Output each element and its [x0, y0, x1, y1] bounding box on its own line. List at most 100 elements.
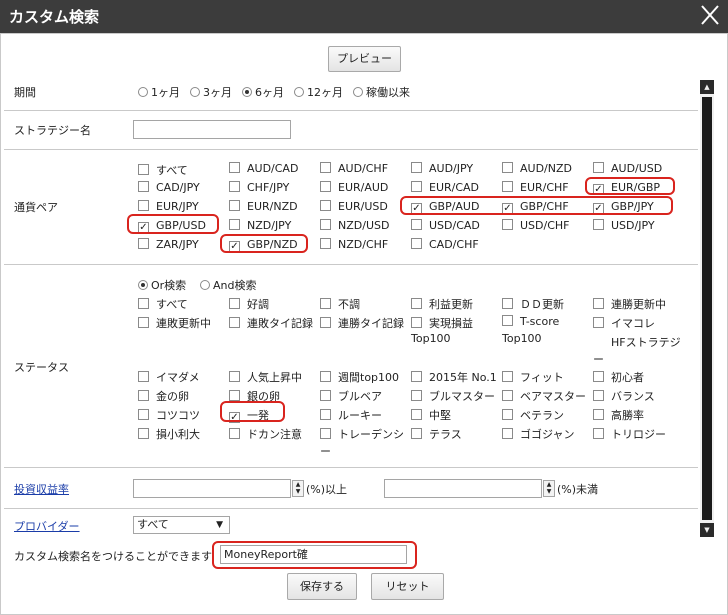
checkbox-icon[interactable]: [229, 200, 240, 211]
currency-checkbox[interactable]: NZD/JPY: [229, 219, 291, 232]
checkbox-icon[interactable]: [138, 181, 149, 192]
provider-select[interactable]: すべて ▼: [133, 516, 230, 534]
checkbox-icon[interactable]: [320, 298, 331, 309]
period-option[interactable]: 稼働以来: [353, 84, 410, 100]
status-checkbox[interactable]: 2015年 No.1: [411, 369, 497, 385]
checkbox-icon[interactable]: [593, 219, 604, 230]
status-checkbox[interactable]: 連勝更新中: [593, 296, 666, 312]
status-checkbox[interactable]: 人気上昇中: [229, 369, 302, 385]
checkbox-icon[interactable]: [411, 162, 422, 173]
checkbox-icon[interactable]: [320, 390, 331, 401]
radio-icon[interactable]: [200, 280, 210, 290]
status-checkbox[interactable]: 連勝タイ記録: [320, 315, 404, 331]
return-rate-min-spinner[interactable]: ▲ ▼: [292, 480, 304, 497]
checkbox-icon[interactable]: [593, 371, 604, 382]
checkbox-icon[interactable]: [411, 428, 422, 439]
status-checkbox[interactable]: テラス: [411, 426, 462, 442]
checkbox-icon[interactable]: [593, 390, 604, 401]
checkbox-icon[interactable]: [502, 219, 513, 230]
checkbox-icon[interactable]: [138, 164, 149, 175]
return-rate-link[interactable]: 投資収益率: [14, 481, 69, 497]
status-mode-option[interactable]: And検索: [200, 277, 256, 293]
checkbox-icon[interactable]: [229, 371, 240, 382]
currency-checkbox[interactable]: NZD/CHF: [320, 238, 388, 251]
checkbox-icon[interactable]: [138, 390, 149, 401]
checkbox-icon[interactable]: [229, 390, 240, 401]
currency-checkbox[interactable]: AUD/NZD: [502, 162, 572, 175]
status-checkbox[interactable]: 連敗タイ記録: [229, 315, 313, 331]
currency-checkbox[interactable]: EUR/CHF: [502, 181, 569, 194]
checkbox-icon[interactable]: [320, 200, 331, 211]
checkbox-icon[interactable]: [320, 428, 331, 439]
checkbox-icon[interactable]: [138, 317, 149, 328]
checkbox-icon[interactable]: [229, 219, 240, 230]
scrollbar[interactable]: ▲ ▼: [700, 80, 714, 537]
currency-checkbox[interactable]: ZAR/JPY: [138, 238, 199, 251]
provider-link[interactable]: プロバイダー: [14, 518, 80, 534]
currency-checkbox[interactable]: CAD/JPY: [138, 181, 200, 194]
status-checkbox[interactable]: コツコツ: [138, 407, 200, 423]
status-checkbox[interactable]: HFストラテジ: [593, 334, 681, 350]
radio-icon[interactable]: [353, 87, 363, 97]
checkbox-icon[interactable]: [502, 409, 513, 420]
status-checkbox[interactable]: トリロジー: [593, 426, 666, 442]
status-checkbox[interactable]: ベアマスター: [502, 388, 586, 404]
checkbox-icon[interactable]: [411, 238, 422, 249]
status-checkbox[interactable]: ゴゴジャン: [502, 426, 574, 442]
status-checkbox[interactable]: 好調: [229, 296, 269, 312]
radio-icon[interactable]: [242, 87, 252, 97]
checkbox-icon[interactable]: [502, 428, 513, 439]
status-checkbox[interactable]: すべて: [138, 296, 188, 312]
currency-checkbox[interactable]: NZD/USD: [320, 219, 389, 232]
checkbox-icon[interactable]: [320, 181, 331, 192]
return-rate-max-input[interactable]: [384, 479, 542, 498]
close-icon[interactable]: [698, 2, 722, 28]
currency-checkbox[interactable]: EUR/CAD: [411, 181, 479, 194]
checkbox-icon[interactable]: [138, 200, 149, 211]
return-rate-max-spinner[interactable]: ▲ ▼: [543, 480, 555, 497]
status-checkbox[interactable]: 損小利大: [138, 426, 200, 442]
checkbox-icon[interactable]: [138, 409, 149, 420]
checkbox-icon[interactable]: [320, 219, 331, 230]
period-option[interactable]: 12ヶ月: [294, 84, 343, 100]
radio-icon[interactable]: [138, 280, 148, 290]
save-button[interactable]: 保存する: [287, 573, 357, 600]
scrollbar-thumb[interactable]: [702, 97, 712, 520]
checkbox-icon[interactable]: [411, 298, 422, 309]
radio-icon[interactable]: [138, 87, 148, 97]
checkbox-icon[interactable]: [138, 298, 149, 309]
status-mode-option[interactable]: Or検索: [138, 277, 186, 293]
currency-checkbox[interactable]: AUD/CAD: [229, 162, 298, 175]
status-checkbox[interactable]: ブルベア: [320, 388, 382, 404]
status-checkbox[interactable]: ＤＤ更新: [502, 296, 564, 312]
status-checkbox[interactable]: バランス: [593, 388, 655, 404]
checkbox-icon[interactable]: [593, 317, 604, 328]
checkbox-icon[interactable]: [320, 238, 331, 249]
checkbox-icon[interactable]: [411, 219, 422, 230]
status-checkbox[interactable]: 中堅: [411, 407, 451, 423]
status-checkbox[interactable]: ブルマスター: [411, 388, 495, 404]
checkbox-icon[interactable]: [502, 162, 513, 173]
checkbox-icon[interactable]: [502, 390, 513, 401]
status-checkbox[interactable]: トレーデンシ: [320, 426, 404, 442]
checkbox-icon[interactable]: [320, 371, 331, 382]
checkbox-icon[interactable]: [320, 317, 331, 328]
return-rate-min-input[interactable]: [133, 479, 291, 498]
currency-checkbox[interactable]: CHF/JPY: [229, 181, 289, 194]
status-checkbox[interactable]: ベテラン: [502, 407, 564, 423]
currency-checkbox[interactable]: USD/CHF: [502, 219, 570, 232]
checkbox-icon[interactable]: [229, 162, 240, 173]
status-checkbox[interactable]: 高勝率: [593, 407, 644, 423]
checkbox-icon[interactable]: [138, 371, 149, 382]
checkbox-icon[interactable]: [229, 181, 240, 192]
checkbox-icon[interactable]: [138, 428, 149, 439]
status-checkbox[interactable]: ルーキー: [320, 407, 382, 423]
radio-icon[interactable]: [294, 87, 304, 97]
checkbox-icon[interactable]: [138, 238, 149, 249]
period-option[interactable]: 1ヶ月: [138, 84, 180, 100]
status-checkbox[interactable]: イマダメ: [138, 369, 200, 385]
preview-button[interactable]: プレビュー: [328, 46, 401, 72]
currency-checkbox[interactable]: EUR/AUD: [320, 181, 388, 194]
currency-checkbox[interactable]: USD/JPY: [593, 219, 655, 232]
currency-checkbox[interactable]: EUR/NZD: [229, 200, 298, 213]
